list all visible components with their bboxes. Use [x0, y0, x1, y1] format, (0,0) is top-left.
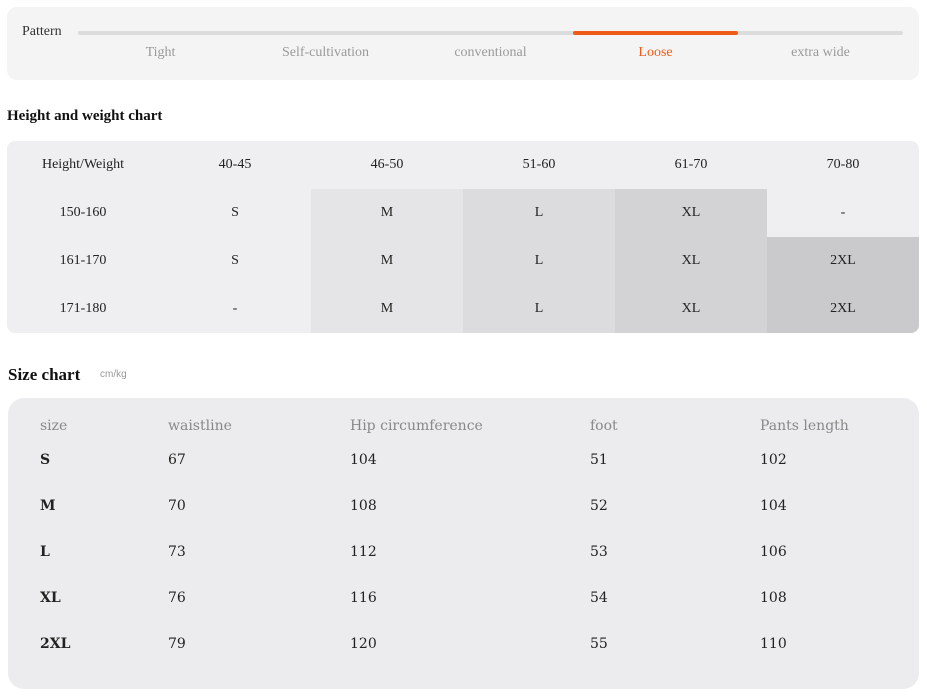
- size-header-pants-length: Pants length: [760, 418, 849, 434]
- pattern-label: Pattern: [22, 24, 62, 39]
- hw-size-cell: 2XL: [767, 237, 919, 285]
- size-row-label: XL: [40, 590, 61, 606]
- size-cell: 67: [168, 452, 186, 468]
- size-row-label: S: [40, 452, 51, 468]
- hw-row-label: 171-180: [59, 301, 107, 316]
- hw-header-cell: 70-80: [826, 157, 860, 172]
- size-header-waistline: waistline: [168, 418, 232, 434]
- size-cell: 108: [350, 498, 377, 514]
- hw-size-cell: 2XL: [767, 285, 919, 333]
- hw-size-cell: -: [840, 205, 846, 220]
- size-cell: 73: [168, 544, 186, 560]
- pattern-option-loose[interactable]: Loose: [573, 45, 738, 61]
- size-cell: 102: [760, 452, 787, 468]
- height-weight-table: Height/Weight 40-45 46-50 51-60 61-70 70…: [7, 141, 919, 333]
- hw-size-cell: XL: [615, 285, 767, 333]
- pattern-option-conventional[interactable]: conventional: [408, 45, 573, 61]
- size-chart-title: Size chart: [8, 365, 81, 384]
- size-row-label: M: [40, 498, 56, 514]
- size-header-hip: Hip circumference: [350, 418, 483, 434]
- pattern-selector: Pattern Tight Self-cultivation conventio…: [7, 7, 919, 80]
- size-cell: 70: [168, 498, 186, 514]
- hw-row-label: 150-160: [59, 205, 107, 220]
- hw-header-cell: Height/Weight: [41, 157, 125, 172]
- size-cell: 53: [590, 544, 608, 560]
- size-cell: 120: [350, 636, 377, 652]
- hw-size-cell: M: [311, 189, 463, 237]
- pattern-track: [78, 31, 903, 35]
- size-cell: 104: [760, 498, 787, 514]
- size-cell: 55: [590, 636, 608, 652]
- pattern-option-tight[interactable]: Tight: [78, 45, 243, 61]
- size-cell: 106: [760, 544, 787, 560]
- hw-row-label: 161-170: [59, 253, 107, 268]
- size-chart-unit: cm/kg: [100, 369, 127, 380]
- size-cell: 54: [590, 590, 608, 606]
- hw-size-cell: M: [311, 285, 463, 333]
- hw-header-cell: 40-45: [218, 157, 252, 172]
- hw-size-cell: XL: [615, 237, 767, 285]
- size-cell: 76: [168, 590, 186, 606]
- size-header-size: size: [40, 418, 68, 434]
- size-cell: 108: [760, 590, 787, 606]
- hw-size-cell: M: [311, 237, 463, 285]
- height-weight-title: Height and weight chart: [7, 108, 163, 124]
- hw-header-cell: 61-70: [674, 157, 708, 172]
- hw-size-cell: L: [463, 237, 615, 285]
- size-chart-table: size waistline Hip circumference foot Pa…: [8, 398, 919, 689]
- hw-size-cell: XL: [615, 189, 767, 237]
- hw-header-cell: 51-60: [522, 157, 556, 172]
- hw-size-cell: -: [232, 301, 238, 316]
- pattern-selected-indicator: [573, 31, 738, 35]
- size-cell: 116: [350, 590, 377, 606]
- hw-header-cell: 46-50: [370, 157, 404, 172]
- size-cell: 52: [590, 498, 608, 514]
- pattern-option-extra-wide[interactable]: extra wide: [738, 45, 903, 61]
- hw-size-cell: S: [231, 205, 239, 220]
- hw-size-cell: S: [231, 253, 239, 268]
- size-cell: 51: [590, 452, 608, 468]
- size-cell: 104: [350, 452, 377, 468]
- size-row-label: 2XL: [40, 636, 71, 652]
- size-row-label: L: [40, 544, 50, 560]
- size-cell: 112: [350, 544, 377, 560]
- pattern-option-self-cultivation[interactable]: Self-cultivation: [243, 45, 408, 61]
- size-cell: 110: [760, 636, 787, 652]
- size-cell: 79: [168, 636, 186, 652]
- hw-size-cell: L: [463, 189, 615, 237]
- hw-size-cell: L: [463, 285, 615, 333]
- size-header-foot: foot: [590, 418, 618, 434]
